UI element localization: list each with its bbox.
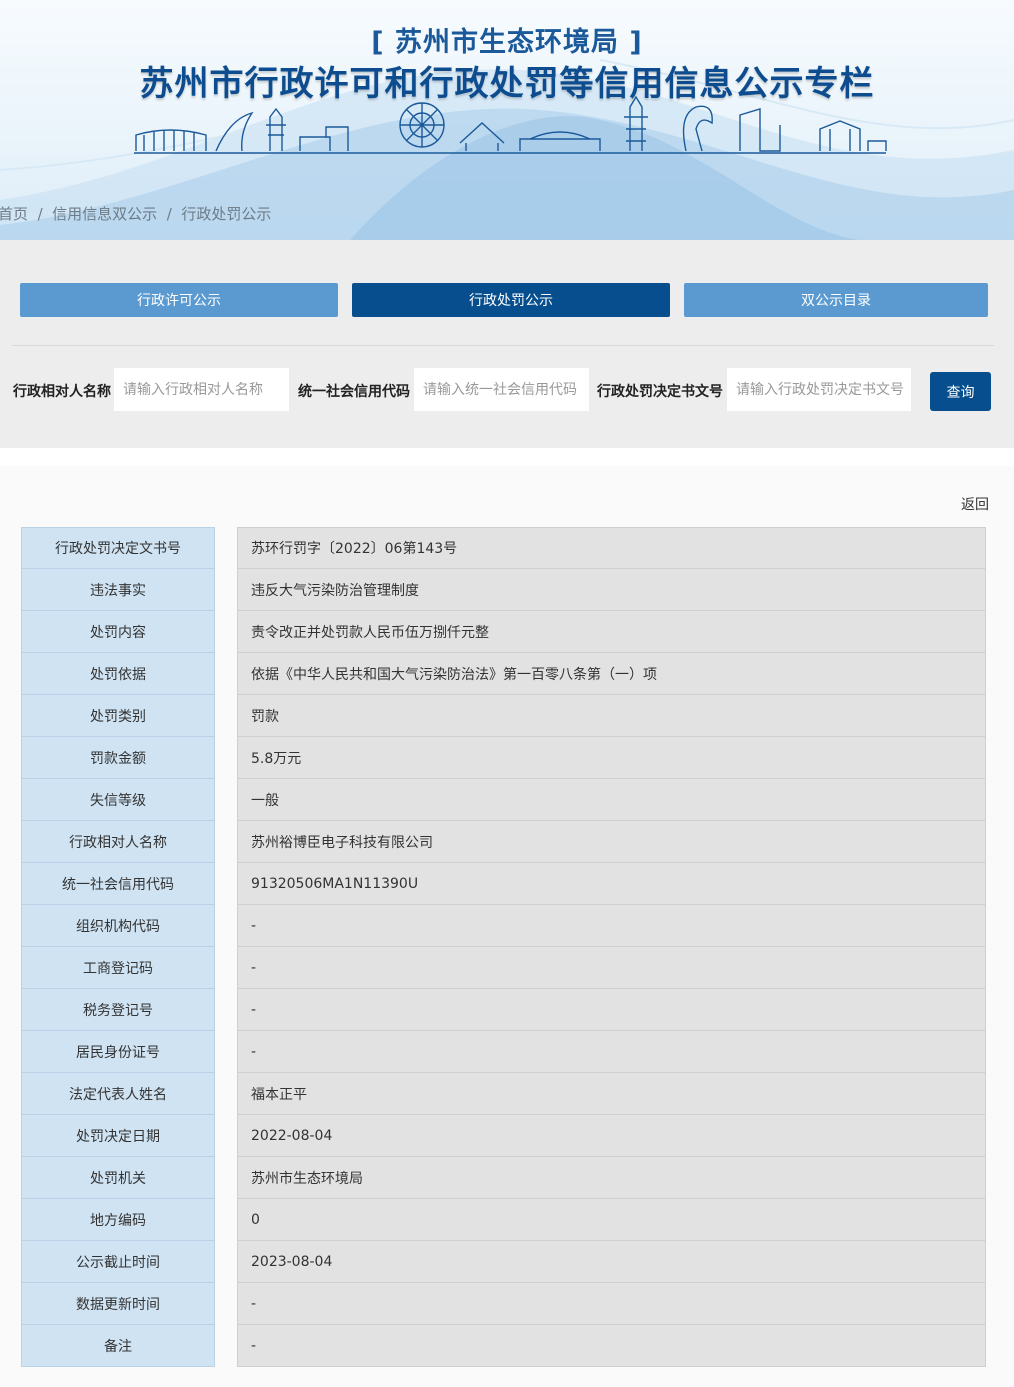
table-row: 行政处罚决定文书号 苏环行罚字〔2022〕06第143号 — [21, 527, 986, 569]
row-label: 备注 — [21, 1325, 215, 1367]
row-value: - — [237, 1325, 986, 1367]
table-row: 居民身份证号 - — [21, 1031, 986, 1073]
row-value: 2023-08-04 — [237, 1241, 986, 1283]
row-label: 数据更新时间 — [21, 1283, 215, 1325]
row-value: - — [237, 989, 986, 1031]
relative-name-label: 行政相对人名称 — [13, 384, 111, 400]
row-value: 苏环行罚字〔2022〕06第143号 — [237, 527, 986, 569]
row-value: 依据《中华人民共和国大气污染防治法》第一百零八条第（一）项 — [237, 653, 986, 695]
table-row: 公示截止时间 2023-08-04 — [21, 1241, 986, 1283]
table-row: 备注 - — [21, 1325, 986, 1367]
tab-administrative-penalty[interactable]: 行政处罚公示 — [352, 283, 670, 317]
search-panel: 行政许可公示 行政处罚公示 双公示目录 行政相对人名称 统一社会信用代码 行政处… — [0, 240, 1014, 448]
table-row: 行政相对人名称 苏州裕博臣电子科技有限公司 — [21, 821, 986, 863]
row-label: 居民身份证号 — [21, 1031, 215, 1073]
table-row: 处罚内容 责令改正并处罚款人民币伍万捌仟元整 — [21, 611, 986, 653]
table-row: 工商登记码 - — [21, 947, 986, 989]
row-label: 处罚决定日期 — [21, 1115, 215, 1157]
tab-administrative-license[interactable]: 行政许可公示 — [20, 283, 338, 317]
breadcrumb-separator: / — [161, 205, 177, 223]
table-row: 组织机构代码 - — [21, 905, 986, 947]
breadcrumb-home-link[interactable]: 首页 — [0, 203, 28, 224]
table-row: 地方编码 0 — [21, 1199, 986, 1241]
detail-content: 返回 行政处罚决定文书号 苏环行罚字〔2022〕06第143号 违法事实 违反大气污染… — [0, 466, 1014, 1387]
credit-code-label: 统一社会信用代码 — [298, 384, 410, 400]
row-label: 违法事实 — [21, 569, 215, 611]
table-row: 违法事实 违反大气污染防治管理制度 — [21, 569, 986, 611]
row-value: 2022-08-04 — [237, 1115, 986, 1157]
row-label: 工商登记码 — [21, 947, 215, 989]
breadcrumb-separator: / — [32, 205, 48, 223]
table-row: 法定代表人姓名 福本正平 — [21, 1073, 986, 1115]
header-banner: [ 苏州市生态环境局 ] 苏州市行政许可和行政处罚等信用信息公示专栏 首页 / … — [0, 0, 1014, 240]
row-value: 责令改正并处罚款人民币伍万捌仟元整 — [237, 611, 986, 653]
row-value: 罚款 — [237, 695, 986, 737]
decision-number-label: 行政处罚决定书文号 — [597, 384, 723, 400]
row-label: 税务登记号 — [21, 989, 215, 1031]
query-button[interactable]: 查询 — [930, 372, 991, 411]
breadcrumb-current: 行政处罚公示 — [181, 205, 272, 223]
tab-dual-publicity-catalog[interactable]: 双公示目录 — [684, 283, 988, 317]
row-label: 失信等级 — [21, 779, 215, 821]
row-label: 处罚机关 — [21, 1157, 215, 1199]
table-row: 罚款金额 5.8万元 — [21, 737, 986, 779]
table-row: 处罚决定日期 2022-08-04 — [21, 1115, 986, 1157]
row-label: 公示截止时间 — [21, 1241, 215, 1283]
table-row: 统一社会信用代码 91320506MA1N11390U — [21, 863, 986, 905]
breadcrumb-dual-publicity-link[interactable]: 信用信息双公示 — [52, 203, 157, 224]
relative-name-input[interactable] — [114, 368, 289, 411]
row-label: 行政相对人名称 — [21, 821, 215, 863]
row-label: 处罚内容 — [21, 611, 215, 653]
table-row: 税务登记号 - — [21, 989, 986, 1031]
table-row: 数据更新时间 - — [21, 1283, 986, 1325]
back-link[interactable]: 返回 — [961, 494, 989, 514]
table-row: 处罚机关 苏州市生态环境局 — [21, 1157, 986, 1199]
row-value: 苏州市生态环境局 — [237, 1157, 986, 1199]
row-value: 91320506MA1N11390U — [237, 863, 986, 905]
row-value: - — [237, 1283, 986, 1325]
row-value: 0 — [237, 1199, 986, 1241]
row-value: - — [237, 947, 986, 989]
table-row: 处罚依据 依据《中华人民共和国大气污染防治法》第一百零八条第（一）项 — [21, 653, 986, 695]
row-value: 苏州裕博臣电子科技有限公司 — [237, 821, 986, 863]
credit-code-input[interactable] — [414, 368, 589, 411]
row-label: 地方编码 — [21, 1199, 215, 1241]
row-label: 统一社会信用代码 — [21, 863, 215, 905]
row-label: 罚款金额 — [21, 737, 215, 779]
table-row: 处罚类别 罚款 — [21, 695, 986, 737]
row-label: 组织机构代码 — [21, 905, 215, 947]
row-value: 福本正平 — [237, 1073, 986, 1115]
city-skyline-illustration — [134, 95, 887, 154]
row-label: 处罚依据 — [21, 653, 215, 695]
row-value: 5.8万元 — [237, 737, 986, 779]
divider — [12, 345, 994, 346]
row-value: 违反大气污染防治管理制度 — [237, 569, 986, 611]
row-label: 行政处罚决定文书号 — [21, 527, 215, 569]
row-label: 处罚类别 — [21, 695, 215, 737]
table-row: 失信等级 一般 — [21, 779, 986, 821]
bureau-subtitle: [ 苏州市生态环境局 ] — [371, 27, 643, 58]
row-value: 一般 — [237, 779, 986, 821]
breadcrumb: 首页 / 信用信息双公示 / 行政处罚公示 — [0, 203, 271, 224]
row-value: - — [237, 1031, 986, 1073]
row-value: - — [237, 905, 986, 947]
decision-number-input[interactable] — [727, 368, 911, 411]
row-label: 法定代表人姓名 — [21, 1073, 215, 1115]
